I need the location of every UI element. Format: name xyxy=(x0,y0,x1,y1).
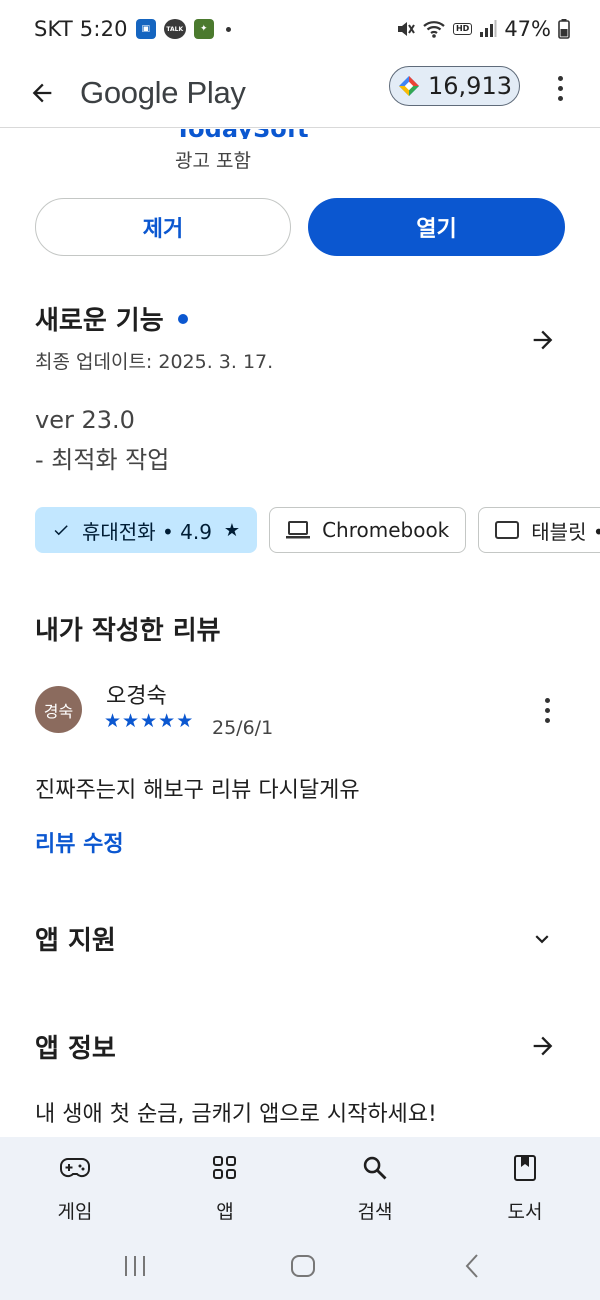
laptop-icon xyxy=(286,521,311,539)
home-icon[interactable] xyxy=(290,1253,316,1279)
tablet-icon xyxy=(495,521,520,539)
nav-books[interactable]: 도서 xyxy=(450,1137,600,1237)
battery-percent: 47% xyxy=(504,17,551,41)
calendar-notification-icon: ▣ xyxy=(135,19,156,39)
more-dot-icon xyxy=(557,95,563,101)
new-indicator-dot-icon xyxy=(177,313,188,324)
app-support-title: 앱 지원 xyxy=(35,926,116,956)
app-info-title: 앱 정보 xyxy=(35,1034,116,1064)
status-left: SKT 5:20 ▣ TALK ✦ xyxy=(34,17,231,41)
developer-name[interactable]: TodaySoft xyxy=(175,129,375,139)
signal-icon xyxy=(480,20,497,37)
open-button[interactable]: 열기 xyxy=(308,198,565,256)
play-points-chip[interactable]: 16,913 xyxy=(389,66,520,106)
app-bar-title: Google Play xyxy=(80,74,246,110)
more-dot-icon xyxy=(557,85,563,91)
chip-chromebook[interactable]: Chromebook xyxy=(269,507,467,553)
release-note-line: - 최적화 작업 xyxy=(35,446,170,474)
review-date: 25/6/1 xyxy=(212,717,274,739)
chip-tablet-label: 태블릿 • xyxy=(531,519,600,544)
release-notes: ver 23.0 - 최적화 작업 xyxy=(35,400,169,480)
developer-name-clipped[interactable]: TodaySoft xyxy=(175,129,375,139)
nav-search-label: 검색 xyxy=(357,1201,393,1223)
nav-apps[interactable]: 앱 xyxy=(150,1137,300,1237)
nav-games-label: 게임 xyxy=(57,1201,93,1223)
rating-stars: ★★★★★ xyxy=(104,710,194,732)
review-more-button[interactable] xyxy=(536,690,558,730)
back-nav-icon[interactable] xyxy=(460,1253,486,1279)
app-info-section[interactable]: 앱 정보 xyxy=(35,1028,565,1072)
app-support-section[interactable]: 앱 지원 xyxy=(35,920,565,964)
review-body: 진짜주는지 해보구 리뷰 다시달게유 xyxy=(35,778,360,803)
star-icon: ★ xyxy=(104,710,123,732)
arrow-back-icon xyxy=(32,83,52,102)
status-bar: SKT 5:20 ▣ TALK ✦ HD 47% xyxy=(0,0,600,58)
whats-new-heading: 새로운 기능 xyxy=(35,300,565,337)
nav-books-label: 도서 xyxy=(507,1201,543,1223)
apps-grid-icon xyxy=(205,1151,245,1185)
star-icon: ★ xyxy=(140,710,159,732)
play-points-value: 16,913 xyxy=(428,72,512,100)
arrow-forward-icon xyxy=(533,1036,553,1056)
more-dot-icon xyxy=(557,75,563,81)
mute-icon xyxy=(397,22,415,36)
gamepad-icon xyxy=(55,1151,95,1185)
more-dot-icon xyxy=(544,707,550,713)
book-icon xyxy=(505,1151,545,1185)
game-notification-icon: ✦ xyxy=(193,19,214,39)
top-app-bar: Google Play 16,913 xyxy=(0,58,600,128)
system-navigation-bar xyxy=(0,1249,600,1289)
chevron-down-icon xyxy=(535,935,549,944)
nav-games[interactable]: 게임 xyxy=(0,1137,150,1237)
chip-tablet[interactable]: 태블릿 • xyxy=(478,507,600,553)
chip-phone-label: 휴대전화 • 4.9 xyxy=(82,519,212,544)
uninstall-button[interactable]: 제거 xyxy=(35,198,291,256)
app-short-description: 내 생애 첫 순금, 금캐기 앱으로 시작하세요! xyxy=(35,1102,437,1127)
carrier-time: SKT 5:20 xyxy=(34,17,128,41)
reviewer-name: 오경숙 xyxy=(106,684,167,709)
star-icon: ★ xyxy=(122,710,141,732)
back-button[interactable] xyxy=(22,73,62,113)
arrow-forward-icon xyxy=(533,330,553,350)
more-notifications-dot-icon xyxy=(225,26,231,32)
edit-review-link[interactable]: 리뷰 수정 xyxy=(35,826,124,858)
more-dot-icon xyxy=(544,697,550,703)
battery-icon xyxy=(558,19,570,39)
kakaotalk-notification-icon: TALK xyxy=(163,19,186,39)
contains-ads-label: 광고 포함 xyxy=(175,150,251,172)
status-right: HD 47% xyxy=(395,17,570,41)
wifi-icon xyxy=(423,21,445,38)
bottom-navigation: 게임 앱 검색 도서 xyxy=(0,1137,600,1300)
nav-search[interactable]: 검색 xyxy=(300,1137,450,1237)
check-icon xyxy=(54,525,68,536)
search-icon xyxy=(355,1151,395,1185)
recents-icon[interactable] xyxy=(122,1253,148,1279)
hd-voice-icon: HD xyxy=(452,23,473,35)
chip-chromebook-label: Chromebook xyxy=(322,518,450,542)
more-dot-icon xyxy=(544,717,550,723)
play-points-icon xyxy=(399,76,419,96)
more-options-button[interactable] xyxy=(550,70,570,106)
star-icon: ★ xyxy=(158,710,177,732)
avatar: 경숙 xyxy=(35,686,82,733)
version-text: ver 23.0 xyxy=(35,406,135,434)
nav-apps-label: 앱 xyxy=(216,1201,234,1223)
chip-phone[interactable]: 휴대전화 • 4.9 ★ xyxy=(35,507,258,553)
nav-items: 게임 앱 검색 도서 xyxy=(0,1137,600,1237)
my-review-heading: 내가 작성한 리뷰 xyxy=(35,616,221,646)
whats-new-title: 새로운 기능 xyxy=(35,306,164,336)
whats-new-section[interactable]: 새로운 기능 최종 업데이트: 2025. 3. 17. xyxy=(35,300,565,380)
star-icon: ★ xyxy=(223,519,241,541)
device-filter-chips: 휴대전화 • 4.9 ★ Chromebook 태블릿 • xyxy=(35,507,600,555)
star-icon: ★ xyxy=(176,710,195,732)
last-updated-text: 최종 업데이트: 2025. 3. 17. xyxy=(35,351,274,373)
